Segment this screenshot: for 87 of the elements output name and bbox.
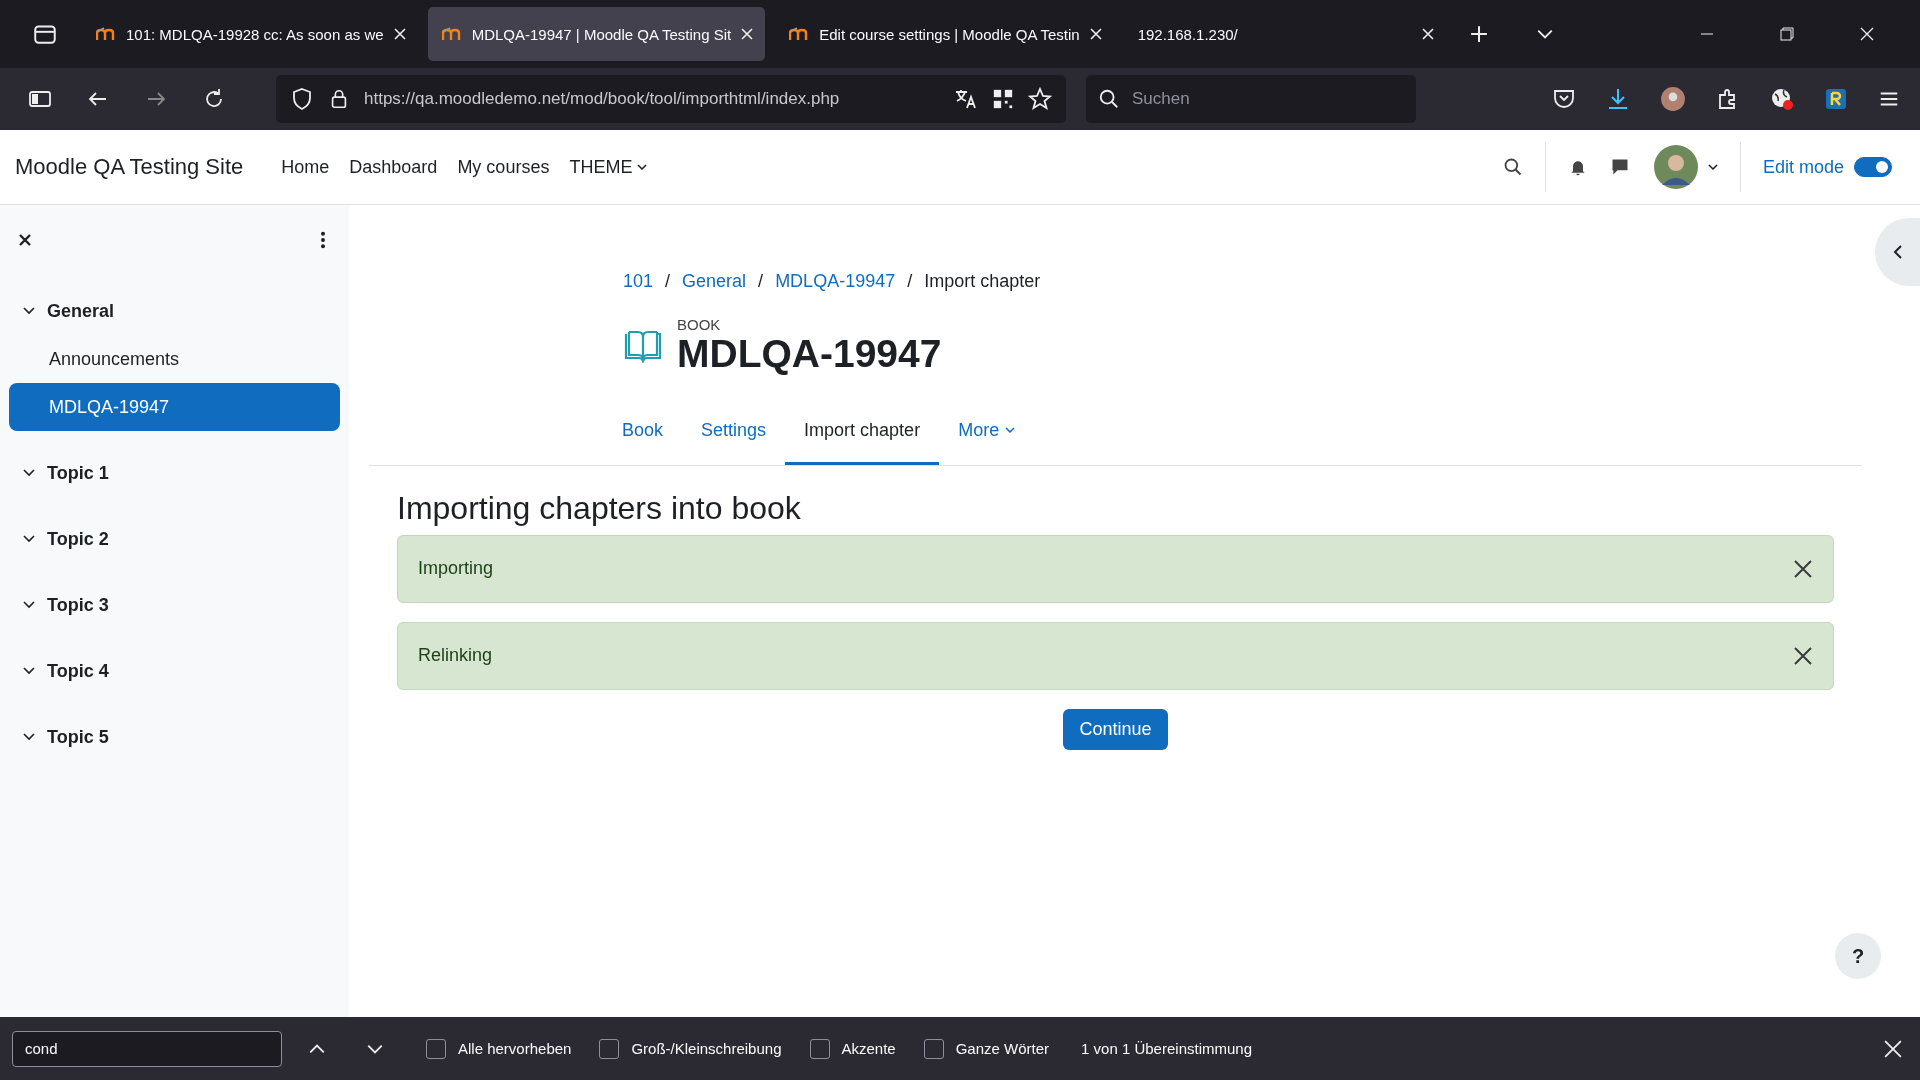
match-count: 1 von 1 Übereinstimmung [1081, 1040, 1252, 1057]
caret-icon[interactable] [1707, 164, 1718, 170]
tab-title: 192.168.1.230/ [1137, 25, 1239, 43]
help-button[interactable]: ? [1835, 933, 1881, 979]
search-icon [1098, 88, 1120, 110]
section-title[interactable]: Topic 5 [47, 726, 109, 748]
open-book-icon [623, 328, 663, 363]
checkbox[interactable] [599, 1038, 620, 1059]
avatar-icon[interactable] [1660, 86, 1686, 112]
checkbox-label[interactable]: Akzente [841, 1040, 896, 1057]
moodle-logo-icon [441, 27, 462, 41]
close-icon[interactable] [18, 233, 32, 247]
chevron-icon[interactable] [23, 601, 35, 609]
checkbox[interactable] [809, 1038, 830, 1059]
checkbox[interactable] [923, 1038, 944, 1059]
breadcrumb-separator: / [665, 271, 671, 292]
section-title[interactable]: Topic 4 [47, 660, 109, 682]
shield-icon[interactable] [290, 87, 314, 111]
checkbox-label[interactable]: Groß-/Kleinschreibung [631, 1040, 782, 1057]
browser-tab[interactable]: 192.168.1.230/ [1123, 7, 1447, 61]
nav-tab[interactable]: Settings [682, 401, 786, 465]
checkbox[interactable] [426, 1038, 446, 1059]
restore-icon[interactable] [1779, 26, 1795, 42]
nav-link[interactable]: Dashboard [349, 156, 438, 178]
globe-icon[interactable] [1770, 87, 1794, 111]
tab-title: MDLQA-19947 | Moodle QA Testing Sit [471, 25, 732, 43]
extension-icon[interactable] [1824, 87, 1848, 111]
find-field[interactable]: cond [12, 1030, 282, 1067]
chevron-icon[interactable] [23, 535, 35, 543]
section-heading: Importing chapters into book [397, 489, 802, 527]
download-icon[interactable] [1606, 87, 1630, 111]
alert-text: Relinking [418, 645, 493, 667]
new-tab-icon[interactable] [1470, 25, 1489, 43]
nav-link[interactable]: My courses [457, 156, 550, 178]
chevron-left-icon [1892, 244, 1903, 260]
caret-icon [637, 164, 648, 170]
chevron-icon[interactable] [23, 733, 35, 741]
tab-title: 101: MDLQA-19928 cc: As soon as we [126, 25, 384, 43]
sidebar-item[interactable]: Announcements [9, 335, 340, 383]
breadcrumb-separator: / [758, 271, 764, 292]
nav-tab[interactable]: More [939, 401, 1035, 465]
star-icon[interactable] [1028, 87, 1052, 111]
continue-button[interactable]: Continue [1063, 708, 1168, 750]
moodle-logo-icon [96, 27, 116, 41]
section-title[interactable]: Topic 1 [47, 462, 109, 484]
chevron-icon[interactable] [23, 307, 35, 315]
breadcrumb-separator: / [907, 271, 913, 292]
nav-link[interactable]: Home [281, 156, 330, 178]
url-text: https://qa.moodledemo.net/mod/book/tool/importhtml/index.php [364, 89, 840, 109]
translate-icon[interactable] [954, 87, 978, 111]
site-name[interactable]: Moodle QA Testing Site [15, 154, 244, 180]
alert-text: Importing [418, 558, 494, 580]
checkbox-label[interactable]: Ganze Wörter [955, 1040, 1050, 1057]
sidebar-item[interactable]: MDLQA-19947 [9, 383, 340, 431]
breadcrumb-link[interactable]: 101 [623, 271, 654, 292]
tab-title: Edit course settings | Moodle QA Testin [819, 25, 1080, 43]
breadcrumb-link[interactable]: MDLQA-19947 [775, 271, 896, 292]
close-icon[interactable] [1793, 645, 1813, 666]
checkbox-label[interactable]: Alle hervorheben [458, 1040, 572, 1057]
caret-icon [1005, 427, 1016, 434]
section-title[interactable]: Topic 2 [47, 528, 109, 550]
activity-type-label: BOOK [677, 316, 722, 333]
browser-tab[interactable]: MDLQA-19947 | Moodle QA Testing Sit [427, 7, 766, 61]
chevron-icon[interactable] [23, 667, 35, 675]
edit-mode-label: Edit mode [1762, 156, 1844, 178]
search-icon[interactable] [1502, 157, 1523, 177]
qr-code-icon[interactable] [992, 88, 1014, 110]
user-avatar[interactable] [1653, 145, 1698, 189]
search-field[interactable]: Suchen [1086, 75, 1416, 123]
edit-mode-toggle[interactable] [1854, 157, 1892, 177]
breadcrumb-link[interactable]: General [682, 271, 747, 292]
pocket-icon[interactable] [1552, 87, 1576, 111]
section-title[interactable]: General [47, 300, 115, 322]
browser-tab[interactable]: 101: MDLQA-19928 cc: As soon as we [82, 7, 418, 61]
nav-tab[interactable]: Import chapter [785, 401, 940, 465]
nav-tab[interactable]: Book [603, 401, 683, 465]
address-bar[interactable]: https://qa.moodledemo.net/mod/book/tool/importhtml/index.php [276, 75, 1066, 123]
browser-tab[interactable]: Edit course settings | Moodle QA Testin [775, 7, 1114, 61]
close-icon[interactable] [1793, 558, 1813, 579]
kebab-menu-icon[interactable] [320, 231, 326, 249]
moodle-logo-icon [789, 27, 810, 41]
nav-link[interactable]: THEME [569, 156, 648, 178]
section-title[interactable]: Topic 3 [47, 594, 109, 616]
drawer-toggle[interactable] [1875, 218, 1920, 286]
page-title: MDLQA-19947 [677, 333, 942, 376]
chevron-icon[interactable] [23, 469, 35, 477]
breadcrumb-current: Import chapter [924, 271, 1041, 292]
